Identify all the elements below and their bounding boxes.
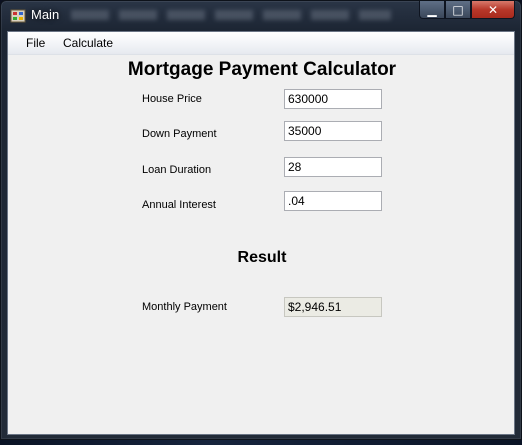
down-payment-input[interactable]	[284, 121, 382, 141]
close-button[interactable]: ✕	[471, 1, 515, 19]
app-icon	[10, 9, 26, 23]
client-area: File Calculate Mortgage Payment Calculat…	[7, 31, 515, 435]
loan-duration-label: Loan Duration	[142, 164, 212, 176]
caption-buttons: ▁ □ ✕	[419, 1, 515, 21]
window-title: Main	[31, 7, 60, 22]
annual-interest-label: Annual Interest	[142, 199, 216, 211]
annual-interest-input[interactable]	[284, 191, 382, 211]
menu-calculate[interactable]: Calculate	[61, 36, 115, 50]
maximize-button[interactable]: □	[445, 1, 471, 19]
minimize-icon: ▁	[427, 2, 437, 17]
menu-bar: File Calculate	[8, 32, 514, 55]
title-bar[interactable]: Main ▁ □ ✕	[1, 1, 521, 29]
monthly-payment-label: Monthly Payment	[142, 301, 227, 313]
result-heading: Result	[237, 249, 287, 266]
monthly-payment-output: $2,946.51	[284, 297, 382, 317]
close-icon: ✕	[487, 2, 499, 17]
minimize-button[interactable]: ▁	[419, 1, 445, 19]
background-ide-menu	[71, 10, 391, 20]
down-payment-label: Down Payment	[142, 128, 217, 140]
maximize-icon: □	[452, 2, 464, 17]
house-price-input[interactable]	[284, 89, 382, 109]
main-window: Main ▁ □ ✕ File Calculate Mortgage Payme…	[0, 0, 522, 440]
house-price-label: House Price	[142, 93, 202, 105]
loan-duration-input[interactable]	[284, 157, 382, 177]
menu-file[interactable]: File	[24, 36, 47, 50]
page-title: Mortgage Payment Calculator	[127, 59, 397, 80]
